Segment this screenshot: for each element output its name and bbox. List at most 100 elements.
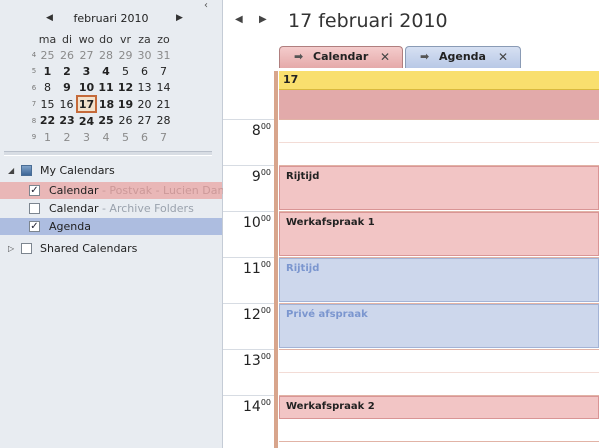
day-cell[interactable]: 20 xyxy=(135,96,154,112)
week-number[interactable]: 5 xyxy=(30,63,38,79)
day-cell[interactable]: 13 xyxy=(135,79,154,96)
day-cell[interactable]: 11 xyxy=(96,79,116,96)
day-cell[interactable]: 1 xyxy=(38,129,57,145)
appointment[interactable]: Rijtijd xyxy=(279,258,599,302)
day-cell[interactable]: 14 xyxy=(154,79,173,96)
week-number[interactable]: 8 xyxy=(30,112,38,129)
day-cell[interactable]: 30 xyxy=(135,47,154,63)
calendar-folder: - Postvak - Lucien Dans xyxy=(98,184,231,197)
next-day-icon[interactable]: ▶ xyxy=(259,14,267,25)
week-number[interactable]: 9 xyxy=(30,129,38,145)
shared-calendars-checkbox[interactable] xyxy=(21,243,32,254)
calendar-item-agenda[interactable]: ✓ Agenda xyxy=(0,218,222,235)
tab-label: Agenda xyxy=(439,50,486,63)
close-icon[interactable]: ✕ xyxy=(498,47,508,67)
day-cell[interactable]: 5 xyxy=(116,63,135,79)
day-cell[interactable]: 29 xyxy=(116,47,135,63)
calendar-name: Agenda xyxy=(49,220,91,233)
day-cell[interactable]: 31 xyxy=(154,47,173,63)
next-month-icon[interactable]: ▶ xyxy=(176,13,183,23)
calendar-checkbox[interactable]: ✓ xyxy=(29,185,40,196)
date-navigator: ma di wo do vr za zo 4 25 26 27 28 29 30… xyxy=(30,31,174,145)
day-cell[interactable]: 19 xyxy=(116,96,135,112)
navigation-pane: ‹ ◀ februari 2010 ▶ ma di wo do vr za zo… xyxy=(0,0,230,448)
day-cell[interactable]: 18 xyxy=(96,96,116,112)
week-row: 5 1 2 3 4 5 6 7 xyxy=(30,63,173,79)
day-cell[interactable]: 26 xyxy=(116,112,135,129)
calendar-name: Calendar xyxy=(49,202,99,215)
day-cell[interactable]: 16 xyxy=(57,96,77,112)
tab-calendar[interactable]: ➡ Calendar ✕ xyxy=(279,46,403,68)
prev-day-icon[interactable]: ◀ xyxy=(235,14,243,25)
day-cell[interactable]: 2 xyxy=(57,129,77,145)
expand-open-icon[interactable]: ◢ xyxy=(8,162,14,179)
day-cell[interactable]: 24 xyxy=(77,112,96,129)
calendar-checkbox[interactable] xyxy=(29,203,40,214)
appointment[interactable]: Werkafspraak 2 xyxy=(279,396,599,419)
day-cell[interactable]: 25 xyxy=(38,47,57,63)
tab-agenda[interactable]: ➡ Agenda ✕ xyxy=(405,46,521,68)
week-number[interactable]: 6 xyxy=(30,79,38,96)
day-cell[interactable]: 27 xyxy=(135,112,154,129)
hour-label: 1100 xyxy=(242,260,271,277)
day-cell[interactable]: 5 xyxy=(116,129,135,145)
expand-closed-icon[interactable]: ▷ xyxy=(8,240,14,257)
week-number[interactable]: 4 xyxy=(30,47,38,63)
day-cell[interactable]: 6 xyxy=(135,129,154,145)
appointment[interactable]: Privé afspraak xyxy=(279,304,599,348)
calendar-item-archive[interactable]: Calendar - Archive Folders xyxy=(0,200,222,217)
day-cell[interactable]: 28 xyxy=(154,112,173,129)
day-cell[interactable]: 25 xyxy=(96,112,116,129)
day-cell-today[interactable]: 17 xyxy=(76,95,97,113)
day-cell[interactable]: 23 xyxy=(57,112,77,129)
day-cell[interactable]: 22 xyxy=(38,112,57,129)
day-header[interactable]: 17 xyxy=(279,71,599,90)
hour-label: 1300 xyxy=(242,352,271,369)
day-cell[interactable]: 27 xyxy=(77,47,96,63)
close-icon[interactable]: ✕ xyxy=(380,47,390,67)
day-number: 17 xyxy=(283,73,299,86)
collapse-pane-icon[interactable]: ‹ xyxy=(200,0,212,12)
appointment[interactable]: Rijtijd xyxy=(279,166,599,210)
day-cell[interactable]: 3 xyxy=(77,129,96,145)
shared-calendars-group[interactable]: ▷ Shared Calendars xyxy=(0,240,222,257)
shared-calendars-label: Shared Calendars xyxy=(40,242,138,255)
my-calendars-label: My Calendars xyxy=(40,164,115,177)
my-calendars-group[interactable]: ◢ My Calendars xyxy=(0,162,222,179)
calendar-item-postvak[interactable]: ✓ Calendar - Postvak - Lucien Dans xyxy=(0,182,230,199)
appointment[interactable]: Werkafspraak 1 xyxy=(279,212,599,256)
week-number[interactable]: 7 xyxy=(30,96,38,112)
overlay-arrow-icon[interactable]: ➡ xyxy=(420,47,429,67)
day-cell[interactable]: 28 xyxy=(96,47,116,63)
time-ruler: 800 900 1000 1100 1200 1300 1400 xyxy=(223,71,277,448)
day-view: ◀ ▶ 17 februari 2010 ➡ Calendar ✕ ➡ Agen… xyxy=(223,0,599,448)
day-grid[interactable]: 17 Rijtijd Werkafspraak 1 Rijtijd Privé … xyxy=(279,71,599,448)
weekday-label: wo xyxy=(78,32,95,46)
day-cell[interactable]: 1 xyxy=(38,63,57,79)
day-cell[interactable]: 3 xyxy=(77,63,96,79)
day-cell[interactable]: 26 xyxy=(57,47,77,63)
day-cell[interactable]: 9 xyxy=(57,79,77,96)
day-cell[interactable]: 6 xyxy=(135,63,154,79)
week-row: 8 22 23 24 25 26 27 28 xyxy=(30,112,173,129)
week-row: 9 1 2 3 4 5 6 7 xyxy=(30,129,173,145)
day-cell[interactable]: 7 xyxy=(154,63,173,79)
overlay-arrow-icon[interactable]: ➡ xyxy=(294,47,303,67)
day-cell[interactable]: 10 xyxy=(77,79,96,96)
date-title: 17 februari 2010 xyxy=(288,10,448,32)
day-cell[interactable]: 8 xyxy=(38,79,57,96)
day-cell[interactable]: 15 xyxy=(38,96,57,112)
day-cell[interactable]: 4 xyxy=(96,129,116,145)
day-cell[interactable]: 7 xyxy=(154,129,173,145)
hour-label: 900 xyxy=(251,168,271,185)
calendar-checkbox[interactable]: ✓ xyxy=(29,221,40,232)
pane-splitter[interactable] xyxy=(4,151,212,156)
hour-label: 1400 xyxy=(242,398,271,415)
day-cell[interactable]: 2 xyxy=(57,63,77,79)
day-cell[interactable]: 4 xyxy=(96,63,116,79)
day-cell[interactable]: 12 xyxy=(116,79,135,96)
all-day-area[interactable] xyxy=(279,90,599,119)
day-cell[interactable]: 21 xyxy=(154,96,173,112)
calendar-color-bar xyxy=(274,71,278,448)
hour-label: 1000 xyxy=(242,214,271,231)
